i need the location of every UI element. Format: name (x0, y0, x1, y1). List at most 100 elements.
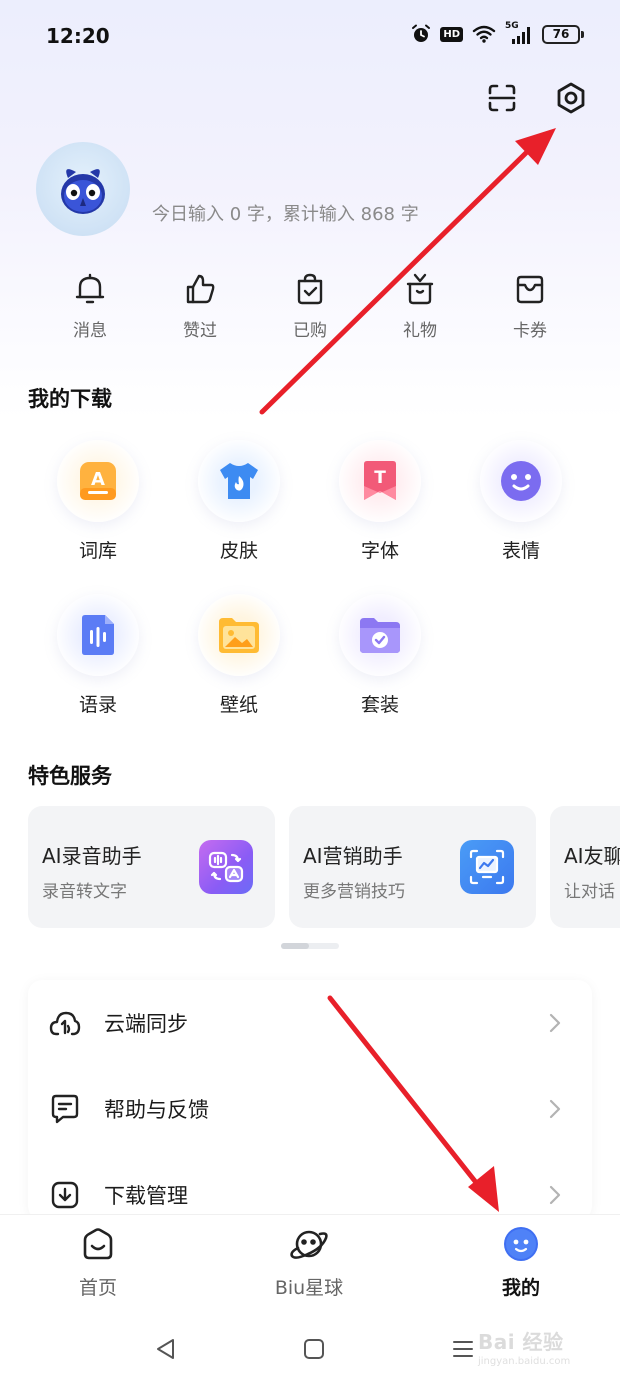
menu-label: 帮助与反馈 (104, 1098, 209, 1122)
dictionary-icon: A (57, 440, 139, 522)
service-subtitle: 更多营销技巧 (303, 882, 405, 902)
download-label: 皮肤 (219, 540, 258, 562)
svg-text:T: T (374, 468, 386, 488)
font-icon: T (339, 440, 421, 522)
chevron-right-icon (548, 1184, 562, 1206)
wifi-icon (472, 25, 496, 43)
recents-icon[interactable] (448, 1334, 478, 1364)
avatar[interactable] (36, 142, 130, 236)
tab-biu-planet[interactable]: Biu星球 (234, 1225, 384, 1300)
quotes-icon (57, 594, 139, 676)
tab-label: Biu星球 (274, 1277, 344, 1299)
service-subtitle: 录音转文字 (42, 882, 127, 902)
cloud-sync-icon (48, 1006, 82, 1040)
quick-action-likes[interactable]: 赞过 (145, 272, 255, 341)
carousel-indicator (281, 943, 339, 949)
quick-action-label: 赞过 (183, 321, 217, 341)
service-title: AI友聊 (564, 844, 620, 868)
battery-level: 76 (542, 24, 580, 44)
service-card-voice[interactable]: AI录音助手 录音转文字 (28, 806, 275, 928)
quick-action-label: 已购 (293, 321, 327, 341)
thumbs-up-icon (186, 274, 215, 304)
download-label: 表情 (501, 540, 540, 562)
menu-label: 云端同步 (104, 1012, 188, 1036)
service-title: AI录音助手 (42, 844, 142, 868)
service-subtitle: 让对话 (564, 882, 615, 902)
carousel-indicator-thumb (281, 943, 309, 949)
network-type: 5G (505, 21, 519, 31)
scan-icon[interactable] (484, 80, 520, 116)
download-quotes[interactable]: 语录 (43, 594, 153, 717)
download-label: 语录 (78, 694, 117, 716)
downloads-title: 我的下载 (28, 387, 112, 411)
status-bar: 12:20 HD 5G 76 (0, 0, 620, 76)
watermark-main: Bai 经验 (478, 1330, 564, 1354)
home-nav-icon[interactable] (299, 1334, 329, 1364)
watermark-sub: jingyan.baidu.com (478, 1356, 571, 1367)
watermark: Bai 经验 jingyan.baidu.com (478, 1326, 570, 1367)
5g-signal-icon: 5G (505, 21, 533, 44)
services-title: 特色服务 (28, 764, 112, 788)
service-card-marketing[interactable]: AI营销助手 更多营销技巧 (289, 806, 536, 928)
download-emoji[interactable]: 表情 (466, 440, 576, 563)
service-card-chat[interactable]: AI友聊 让对话 (550, 806, 620, 928)
shopping-bag-icon (297, 273, 323, 305)
tab-label: 首页 (78, 1277, 117, 1299)
voice-translate-icon (199, 840, 253, 894)
chevron-right-icon (548, 1098, 562, 1120)
tab-home[interactable]: 首页 (23, 1225, 173, 1300)
settings-menu: 云端同步 帮助与反馈 下载管理 (28, 980, 592, 1220)
bell-icon (75, 273, 105, 304)
download-manage-icon (48, 1178, 82, 1212)
wallpaper-icon (198, 594, 280, 676)
me-icon (503, 1225, 539, 1263)
download-label: 壁纸 (219, 694, 258, 716)
skin-icon (198, 440, 280, 522)
download-wallpaper[interactable]: 壁纸 (184, 594, 294, 717)
chevron-right-icon (548, 1012, 562, 1034)
services-carousel[interactable]: AI录音助手 录音转文字 AI营销助手 更多营销技巧 AI友聊 让对话 (28, 806, 620, 930)
emoji-icon (480, 440, 562, 522)
quick-action-label: 消息 (73, 321, 107, 341)
quick-action-purchased[interactable]: 已购 (255, 272, 365, 341)
download-skin[interactable]: 皮肤 (184, 440, 294, 563)
feedback-icon (48, 1092, 82, 1126)
quick-action-label: 卡券 (513, 321, 547, 341)
marketing-chart-icon (460, 840, 514, 894)
input-stats: 今日输入 0 字，累计输入 868 字 (152, 204, 419, 225)
menu-label: 下载管理 (104, 1184, 188, 1208)
bundle-icon (339, 594, 421, 676)
download-label: 词库 (78, 540, 117, 562)
quick-actions: 消息 赞过 已购 礼物 卡券 (35, 272, 585, 341)
download-bundle[interactable]: 套装 (325, 594, 435, 717)
planet-icon (288, 1225, 330, 1263)
menu-item-cloud-sync[interactable]: 云端同步 (28, 980, 592, 1066)
quick-action-gifts[interactable]: 礼物 (365, 272, 475, 341)
status-icons: HD 5G 76 (411, 21, 584, 44)
menu-item-download-management[interactable]: 下载管理 (28, 1152, 592, 1220)
settings-icon[interactable] (553, 80, 589, 116)
service-title: AI营销助手 (303, 844, 403, 868)
tab-me[interactable]: 我的 (446, 1225, 596, 1300)
quick-action-messages[interactable]: 消息 (35, 272, 145, 341)
battery-icon: 76 (542, 24, 584, 44)
mascot-icon (61, 169, 105, 214)
download-dictionary[interactable]: A 词库 (43, 440, 153, 563)
quick-action-label: 礼物 (403, 321, 437, 341)
alarm-icon (411, 24, 431, 44)
battery-tip (581, 30, 584, 38)
quick-action-coupons[interactable]: 卡券 (475, 272, 585, 341)
back-icon[interactable] (151, 1334, 181, 1364)
status-time: 12:20 (46, 24, 110, 48)
hd-icon: HD (440, 26, 463, 42)
menu-item-help-feedback[interactable]: 帮助与反馈 (28, 1066, 592, 1152)
svg-text:A: A (91, 469, 105, 490)
bottom-tab-bar: 首页 Biu星球 我的 (0, 1214, 620, 1316)
tab-label: 我的 (501, 1277, 540, 1299)
download-label: 套装 (360, 694, 399, 716)
download-label: 字体 (360, 540, 399, 562)
gift-icon (406, 273, 434, 305)
download-font[interactable]: T 字体 (325, 440, 435, 563)
home-icon (80, 1225, 116, 1263)
coupon-icon (516, 275, 544, 304)
